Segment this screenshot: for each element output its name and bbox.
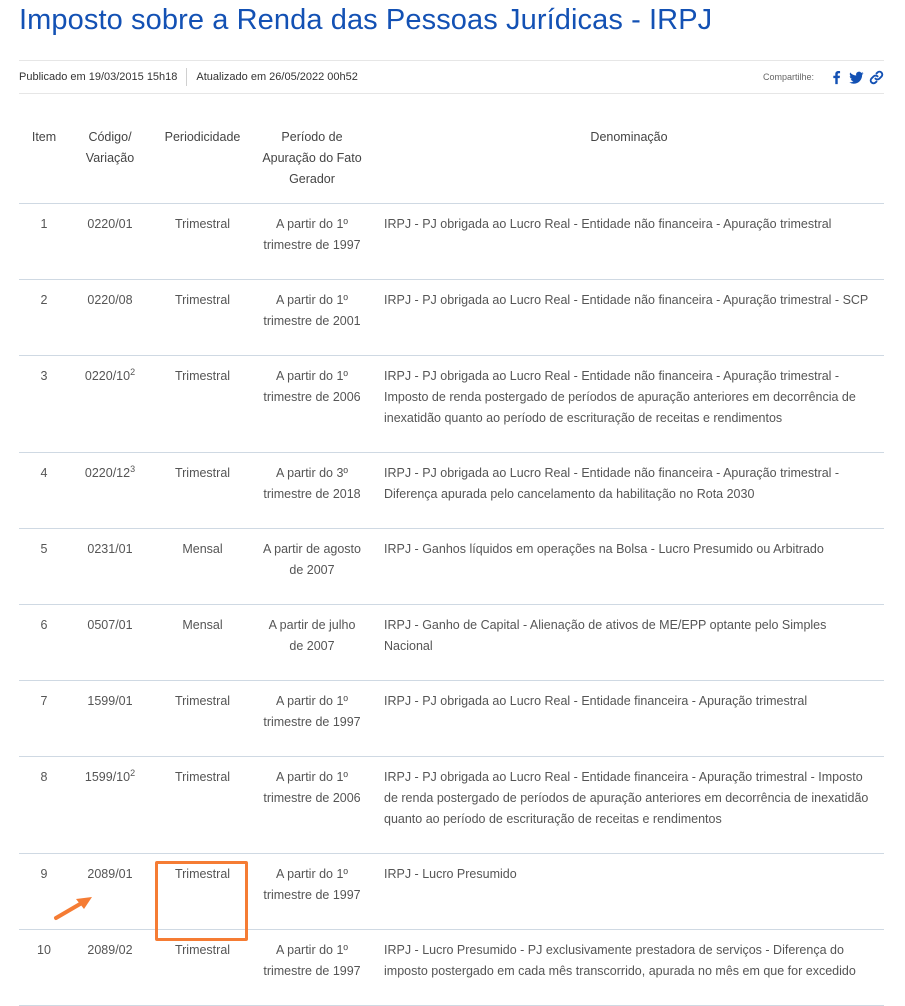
cell-periodo: A partir do 1º trimestre de 2001 bbox=[254, 279, 370, 356]
page-title: Imposto sobre a Renda das Pessoas Jurídi… bbox=[19, 4, 713, 36]
cell-denominacao: IRPJ - PJ obrigada ao Lucro Real - Entid… bbox=[370, 452, 884, 529]
cell-periodicidade: Trimestral bbox=[151, 452, 254, 529]
cell-item: 3 bbox=[19, 355, 69, 453]
cell-denominacao: IRPJ - Ganho de Capital - Alienação de a… bbox=[370, 604, 884, 681]
codigo-value: 2089/02 bbox=[87, 942, 133, 957]
cell-periodicidade: Mensal bbox=[151, 604, 254, 681]
codigo-value: 0507/01 bbox=[87, 617, 133, 632]
cell-item: 6 bbox=[19, 604, 69, 681]
codigo-value: 2089/01 bbox=[87, 866, 133, 881]
table-row: 9 2089/01 Trimestral A partir do 1º trim… bbox=[19, 853, 884, 930]
table-row: 5 0231/01 Mensal A partir de agosto de 2… bbox=[19, 528, 884, 605]
facebook-icon[interactable] bbox=[829, 70, 844, 85]
cell-periodo: A partir do 1º trimestre de 1997 bbox=[254, 929, 370, 1006]
table-row: 1 0220/01 Trimestral A partir do 1º trim… bbox=[19, 203, 884, 280]
cell-periodo: A partir de agosto de 2007 bbox=[254, 528, 370, 605]
cell-denominacao: IRPJ - PJ obrigada ao Lucro Real - Entid… bbox=[370, 279, 884, 356]
cell-periodicidade: Trimestral bbox=[151, 355, 254, 453]
cell-item: 8 bbox=[19, 756, 69, 854]
cell-item: 5 bbox=[19, 528, 69, 605]
cell-periodo: A partir do 1º trimestre de 2006 bbox=[254, 355, 370, 453]
header-codigo: Código/ Variação bbox=[69, 116, 151, 204]
published-date: Publicado em 19/03/2015 15h18 bbox=[19, 68, 188, 86]
cell-periodo: A partir de julho de 2007 bbox=[254, 604, 370, 681]
header-item: Item bbox=[19, 116, 69, 204]
cell-codigo: 2089/01 bbox=[69, 853, 151, 930]
cell-item: 10 bbox=[19, 929, 69, 1006]
codigo-value: 1599/01 bbox=[87, 693, 133, 708]
cell-item: 1 bbox=[19, 203, 69, 280]
cell-codigo: 0220/01 bbox=[69, 203, 151, 280]
cell-codigo: 0220/102 bbox=[69, 355, 151, 453]
cell-codigo: 0220/08 bbox=[69, 279, 151, 356]
codigo-value: 0220/01 bbox=[87, 216, 133, 231]
cell-denominacao: IRPJ - Lucro Presumido bbox=[370, 853, 884, 930]
cell-periodicidade: Trimestral bbox=[151, 929, 254, 1006]
header-denominacao: Denominação bbox=[370, 116, 884, 204]
cell-periodicidade: Trimestral bbox=[151, 203, 254, 280]
codigo-value: 0231/01 bbox=[87, 541, 133, 556]
cell-codigo: 1599/01 bbox=[69, 680, 151, 757]
cell-codigo: 0231/01 bbox=[69, 528, 151, 605]
table-header-row: Item Código/ Variação Periodicidade Perí… bbox=[19, 116, 884, 204]
table-row: 6 0507/01 Mensal A partir de julho de 20… bbox=[19, 604, 884, 681]
cell-periodo: A partir do 1º trimestre de 1997 bbox=[254, 853, 370, 930]
codigo-value: 0220/12 bbox=[84, 465, 131, 480]
cell-periodicidade: Mensal bbox=[151, 528, 254, 605]
cell-item: 7 bbox=[19, 680, 69, 757]
header-periodo: Período de Apuração do Fato Gerador bbox=[254, 116, 370, 204]
share-bar: Compartilhe: bbox=[763, 61, 884, 93]
twitter-icon[interactable] bbox=[849, 70, 864, 85]
cell-periodo: A partir do 1º trimestre de 1997 bbox=[254, 203, 370, 280]
cell-denominacao: IRPJ - PJ obrigada ao Lucro Real - Entid… bbox=[370, 355, 884, 453]
footnote-ref[interactable]: 2 bbox=[130, 366, 135, 376]
codigo-value: 0220/08 bbox=[87, 292, 133, 307]
cell-periodo: A partir do 1º trimestre de 1997 bbox=[254, 680, 370, 757]
share-label: Compartilhe: bbox=[762, 72, 814, 82]
cell-denominacao: IRPJ - PJ obrigada ao Lucro Real - Entid… bbox=[370, 756, 884, 854]
cell-denominacao: IRPJ - Ganhos líquidos em operações na B… bbox=[370, 528, 884, 605]
cell-periodicidade: Trimestral bbox=[151, 680, 254, 757]
codigo-value: 0220/10 bbox=[84, 368, 131, 383]
table-row: 8 1599/102 Trimestral A partir do 1º tri… bbox=[19, 756, 884, 854]
cell-item: 2 bbox=[19, 279, 69, 356]
updated-date: Atualizado em 26/05/2022 00h52 bbox=[196, 71, 358, 83]
table-row: 3 0220/102 Trimestral A partir do 1º tri… bbox=[19, 355, 884, 453]
table-row: 4 0220/123 Trimestral A partir do 3º tri… bbox=[19, 452, 884, 529]
footnote-ref[interactable]: 2 bbox=[130, 767, 135, 777]
cell-denominacao: IRPJ - PJ obrigada ao Lucro Real - Entid… bbox=[370, 203, 884, 280]
cell-item: 9 bbox=[19, 853, 69, 930]
tax-codes-table: Item Código/ Variação Periodicidade Perí… bbox=[19, 116, 884, 1006]
cell-periodicidade: Trimestral bbox=[151, 279, 254, 356]
cell-periodicidade: Trimestral bbox=[151, 853, 254, 930]
cell-codigo: 2089/02 bbox=[69, 929, 151, 1006]
table-row: 7 1599/01 Trimestral A partir do 1º trim… bbox=[19, 680, 884, 757]
link-icon[interactable] bbox=[869, 70, 884, 85]
header-periodicidade: Periodicidade bbox=[151, 116, 254, 204]
cell-denominacao: IRPJ - PJ obrigada ao Lucro Real - Entid… bbox=[370, 680, 884, 757]
cell-codigo: 0507/01 bbox=[69, 604, 151, 681]
table-row: 2 0220/08 Trimestral A partir do 1º trim… bbox=[19, 279, 884, 356]
cell-item: 4 bbox=[19, 452, 69, 529]
cell-codigo: 0220/123 bbox=[69, 452, 151, 529]
cell-periodicidade: Trimestral bbox=[151, 756, 254, 854]
codigo-value: 1599/10 bbox=[84, 769, 131, 784]
table-row: 10 2089/02 Trimestral A partir do 1º tri… bbox=[19, 929, 884, 1006]
footnote-ref[interactable]: 3 bbox=[130, 463, 135, 473]
publication-info-bar: Publicado em 19/03/2015 15h18 Atualizado… bbox=[19, 60, 884, 94]
cell-periodo: A partir do 3º trimestre de 2018 bbox=[254, 452, 370, 529]
cell-denominacao: IRPJ - Lucro Presumido - PJ exclusivamen… bbox=[370, 929, 884, 1006]
cell-periodo: A partir do 1º trimestre de 2006 bbox=[254, 756, 370, 854]
cell-codigo: 1599/102 bbox=[69, 756, 151, 854]
